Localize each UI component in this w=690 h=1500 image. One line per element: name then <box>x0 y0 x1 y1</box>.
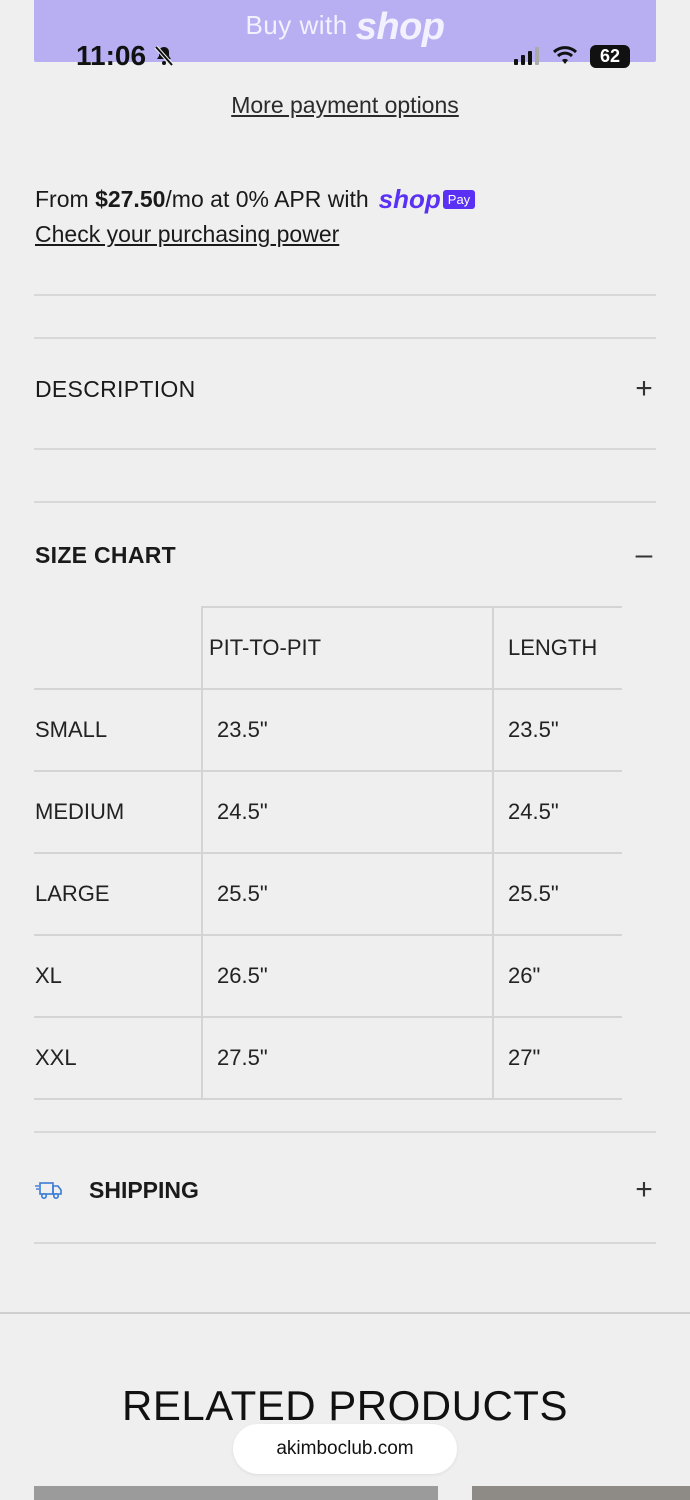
installments-text: From $27.50/mo at 0% APR with shop Pay <box>35 184 476 215</box>
table-row: LARGE 25.5" 25.5" <box>34 853 622 936</box>
apr-label: /mo at 0% APR with <box>165 186 369 212</box>
installment-amount: $27.50 <box>95 186 166 212</box>
check-purchasing-power-link[interactable]: Check your purchasing power <box>35 221 339 248</box>
minus-icon[interactable]: – <box>632 540 656 570</box>
length-cell: 26" <box>492 935 622 1018</box>
size-cell: XXL <box>34 1017 202 1100</box>
bell-slash-icon <box>154 45 174 67</box>
pit-to-pit-cell: 25.5" <box>201 853 493 936</box>
battery-icon: 62 <box>590 44 630 68</box>
shop-pay-word: shop <box>378 184 441 214</box>
table-header-cell <box>34 607 202 690</box>
length-cell: 27" <box>492 1017 622 1100</box>
product-thumbnail[interactable] <box>34 1486 438 1500</box>
length-cell: 23.5" <box>492 689 622 772</box>
table-row: XXL 27.5" 27" <box>34 1017 622 1100</box>
shipping-label: SHIPPING <box>89 1176 199 1203</box>
browser-url-bar[interactable]: akimboclub.com <box>233 1424 457 1474</box>
product-thumbnail[interactable] <box>472 1486 690 1500</box>
shipping-accordion-header[interactable]: SHIPPING + <box>35 1170 656 1210</box>
section-divider <box>0 1312 690 1314</box>
status-bar: 11:06 62 <box>0 38 690 74</box>
shop-pay-badge: Pay <box>442 190 476 209</box>
plus-icon[interactable]: + <box>632 374 656 404</box>
table-header-cell: LENGTH <box>492 606 622 690</box>
table-row: XL 26.5" 26" <box>34 935 622 1018</box>
more-payment-options-link[interactable]: More payment options <box>0 92 690 119</box>
table-row: MEDIUM 24.5" 24.5" <box>34 771 622 854</box>
pit-to-pit-cell: 23.5" <box>201 689 493 772</box>
pit-to-pit-cell: 26.5" <box>201 935 493 1018</box>
divider <box>34 448 656 450</box>
shop-pay-logo: shop Pay <box>379 184 476 215</box>
truck-icon <box>35 1182 62 1200</box>
divider <box>34 337 656 339</box>
status-time: 11:06 <box>76 40 147 71</box>
table-header-row: PIT-TO-PIT LENGTH <box>34 606 622 690</box>
size-cell: XL <box>34 935 202 1018</box>
divider <box>34 1131 656 1133</box>
table-row: SMALL 23.5" 23.5" <box>34 689 622 772</box>
size-cell: MEDIUM <box>34 771 202 854</box>
description-accordion-header[interactable]: DESCRIPTION + <box>35 374 656 404</box>
description-label: DESCRIPTION <box>35 375 196 402</box>
divider <box>34 294 656 296</box>
status-time-group: 11:06 <box>76 40 176 72</box>
size-chart-table: PIT-TO-PIT LENGTH SMALL 23.5" 23.5" MEDI… <box>34 606 622 1100</box>
pit-to-pit-cell: 27.5" <box>201 1017 493 1100</box>
plus-icon[interactable]: + <box>632 1175 656 1205</box>
table-header-cell: PIT-TO-PIT <box>201 606 493 690</box>
divider <box>34 501 656 503</box>
buy-with-label: Buy with <box>245 10 348 40</box>
size-cell: LARGE <box>34 853 202 936</box>
size-chart-label: SIZE CHART <box>35 541 176 568</box>
status-right-group: 62 <box>514 44 630 68</box>
related-products-heading: RELATED PRODUCTS <box>122 1382 568 1429</box>
length-cell: 25.5" <box>492 853 622 936</box>
size-chart-accordion-header[interactable]: SIZE CHART – <box>35 540 656 570</box>
length-cell: 24.5" <box>492 771 622 854</box>
wifi-icon <box>552 46 578 64</box>
size-cell: SMALL <box>34 689 202 772</box>
pit-to-pit-cell: 24.5" <box>201 771 493 854</box>
divider <box>34 1242 656 1244</box>
signal-icon <box>514 47 539 65</box>
from-label: From <box>35 186 89 212</box>
